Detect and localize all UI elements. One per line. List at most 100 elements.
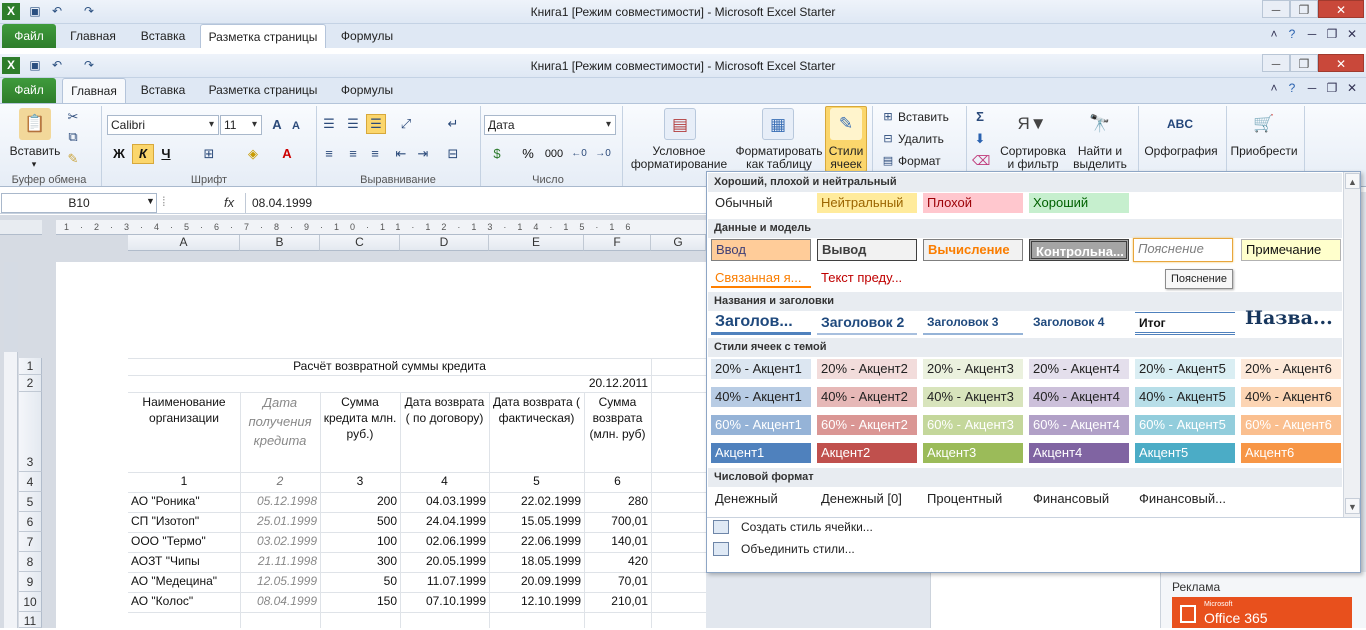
style-60-accent1[interactable]: 60% - Акцент1 [711,415,811,435]
column-header-f[interactable]: F [584,235,651,251]
style-heading-1[interactable]: Заголов... [711,312,811,335]
conditional-format-label-2[interactable]: форматирование [626,158,732,171]
font-size-combo[interactable]: 11 ▾ [220,115,262,135]
table-cell[interactable]: 200 [320,494,400,508]
cell-styles-label-2[interactable]: ячеек [825,158,867,171]
paste-chevron-icon[interactable]: ▾ [24,158,44,171]
style-accent6[interactable]: Акцент6 [1241,443,1341,463]
italic-button[interactable]: К [132,144,154,164]
column-number[interactable]: 3 [320,474,400,488]
cell-styles-icon[interactable]: ✎ [830,108,862,140]
row-header[interactable]: 10 [19,592,42,612]
table-cell[interactable]: СП "Изотоп" [128,514,240,528]
style-output[interactable]: Вывод [817,239,917,261]
purchase-icon[interactable]: 🛒 [1248,108,1280,140]
wrap-text-icon[interactable]: ↵ [444,115,462,133]
table-cell[interactable]: 420 [584,554,651,568]
scroll-up-icon[interactable]: ▲ [1345,173,1360,189]
paste-button[interactable]: Вставить [4,145,66,158]
table-cell[interactable]: 700,01 [584,514,651,528]
table-cell[interactable]: 140,01 [584,534,651,548]
table-cell[interactable]: 22.06.1999 [489,534,584,548]
style-heading-2[interactable]: Заголовок 2 [817,312,917,335]
doc-restore-icon[interactable]: ❐ [1324,79,1340,97]
align-top-icon[interactable]: ☰ [320,115,338,133]
copy-icon[interactable]: ⧉ [64,128,82,146]
conditional-format-icon[interactable]: ▤ [664,108,696,140]
style-20-accent6[interactable]: 20% - Акцент6 [1241,359,1341,379]
row-header[interactable]: 7 [19,532,42,552]
currency-icon[interactable]: $ [486,145,508,163]
table-cell[interactable]: 20.09.1999 [489,574,584,588]
table-cell[interactable]: 24.04.1999 [400,514,489,528]
close-icon[interactable]: ✕ [1318,54,1364,72]
column-header-c[interactable]: C [320,235,400,251]
table-cell[interactable]: АОЗТ "Чипы [128,554,240,568]
header-repay-amount[interactable]: Сумма возврата (млн. руб) [584,393,651,469]
chevron-down-icon[interactable]: ▾ [248,116,261,134]
restore-icon[interactable]: ❐ [1290,0,1318,18]
fill-icon[interactable]: ⬇ [972,130,988,148]
back-tab-formulas[interactable]: Формулы [334,24,400,48]
doc-restore-icon[interactable]: ❐ [1324,25,1340,43]
column-number[interactable]: 2 [240,474,320,488]
style-explanation[interactable]: Пояснение [1133,238,1233,262]
table-cell[interactable]: АО "Роника" [128,494,240,508]
tab-home[interactable]: Главная [62,78,126,104]
ribbon-collapse-icon[interactable]: ˄ [1266,79,1282,97]
font-name-combo[interactable]: Calibri ▾ [107,115,219,135]
format-cells-button[interactable]: Формат [898,155,950,168]
ad-banner[interactable]: Microsoft Office 365 [1172,597,1352,628]
purchase-button[interactable]: Приобрести [1228,145,1300,158]
format-painter-icon[interactable]: ✎ [64,150,82,168]
table-cell[interactable]: 21.11.1998 [240,554,320,568]
style-neutral[interactable]: Нейтральный [817,193,917,213]
style-comma-0[interactable]: Финансовый... [1135,489,1235,509]
fill-color-icon[interactable]: ◈ [244,145,262,163]
style-bad[interactable]: Плохой [923,193,1023,213]
chevron-down-icon[interactable]: ▾ [205,116,218,134]
row-header[interactable]: 9 [19,572,42,592]
style-60-accent2[interactable]: 60% - Акцент2 [817,415,917,435]
style-accent1[interactable]: Акцент1 [711,443,811,463]
style-calculation[interactable]: Вычисление [923,239,1023,261]
style-accent4[interactable]: Акцент4 [1029,443,1129,463]
sheet-date[interactable]: 20.12.2011 [489,375,651,392]
header-due-date[interactable]: Дата возврата ( по договору) [400,393,489,469]
style-20-accent3[interactable]: 20% - Акцент3 [923,359,1023,379]
scroll-down-icon[interactable]: ▼ [1345,498,1360,514]
tab-file[interactable]: Файл [2,78,56,103]
merge-icon[interactable]: ⊟ [444,145,462,163]
thousands-button[interactable]: 000 [542,145,566,163]
shrink-font-icon[interactable]: A [288,117,304,135]
row-header[interactable]: 11 [19,612,42,628]
style-20-accent1[interactable]: 20% - Акцент1 [711,359,811,379]
spelling-button[interactable]: Орфография [1140,145,1222,158]
help-chevron-icon[interactable]: ˄ [1266,25,1282,43]
orientation-icon[interactable]: ⤢ [394,115,418,133]
tab-layout[interactable]: Разметка страницы [200,78,326,102]
align-left-icon[interactable]: ≡ [320,145,338,163]
style-60-accent4[interactable]: 60% - Акцент4 [1029,415,1129,435]
help-icon[interactable]: ? [1284,25,1300,43]
style-comma[interactable]: Финансовый [1029,489,1129,509]
header-organization[interactable]: Наименование организации [128,393,240,469]
column-header-b[interactable]: B [240,235,320,251]
style-20-accent2[interactable]: 20% - Акцент2 [817,359,917,379]
row-header[interactable]: 5 [19,492,42,512]
new-cell-style-item[interactable]: Создать стиль ячейки... [741,520,873,534]
column-number[interactable]: 6 [584,474,651,488]
style-heading-4[interactable]: Заголовок 4 [1029,312,1129,335]
row-header[interactable]: 3 [19,392,42,472]
doc-close-icon[interactable]: ✕ [1344,79,1360,97]
table-cell[interactable]: 15.05.1999 [489,514,584,528]
spelling-icon[interactable]: ABC [1164,108,1196,140]
row-header[interactable]: 1 [19,358,42,375]
style-40-accent3[interactable]: 40% - Акцент3 [923,387,1023,407]
tab-formulas[interactable]: Формулы [334,78,400,102]
style-good[interactable]: Хороший [1029,193,1129,213]
name-box[interactable]: B10 [1,193,157,213]
style-title[interactable]: Назва... [1241,308,1341,334]
table-cell[interactable]: 02.06.1999 [400,534,489,548]
table-cell-selected[interactable]: 08.04.1999 [240,594,320,608]
